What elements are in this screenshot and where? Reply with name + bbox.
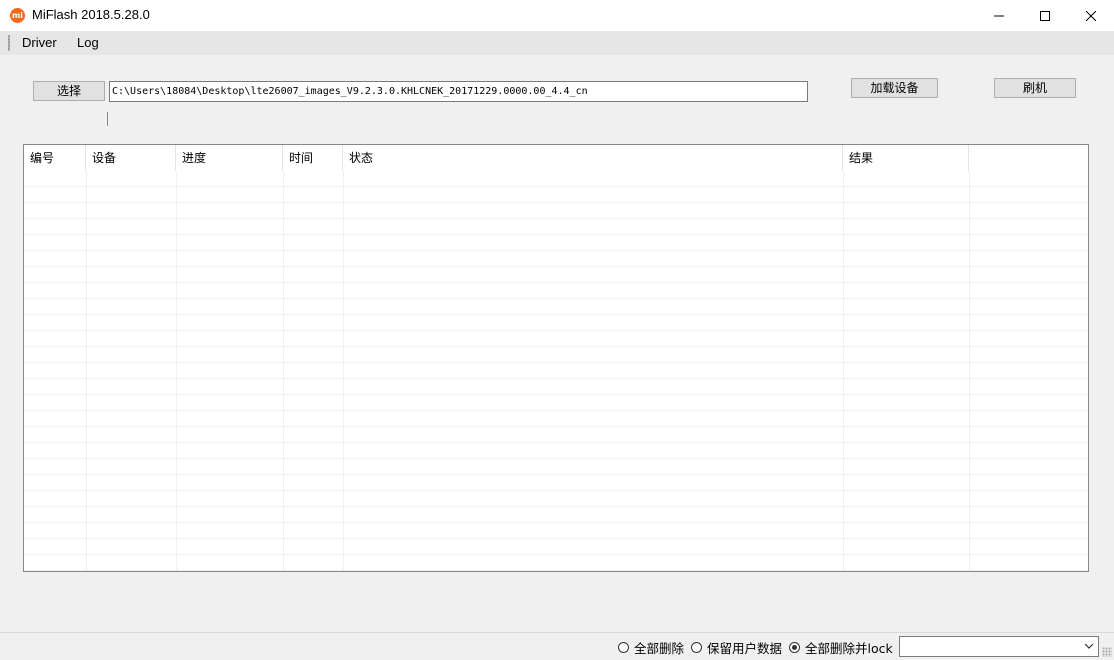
grid-row-line <box>24 506 1088 507</box>
grid-row-line <box>24 218 1088 219</box>
grid-row-line <box>24 554 1088 555</box>
option-erase-and-lock-label: 全部删除并lock <box>805 641 893 656</box>
menu-driver[interactable]: Driver <box>20 35 59 50</box>
column-header-progress[interactable]: 进度 <box>176 145 283 171</box>
flash-button[interactable]: 刷机 <box>994 78 1076 98</box>
radio-erase-and-lock[interactable] <box>789 642 800 653</box>
column-header-extra[interactable] <box>969 145 1088 171</box>
menu-bar: Driver Log <box>0 31 1114 55</box>
grid-row-line <box>24 266 1088 267</box>
grid-row-line <box>24 250 1088 251</box>
grid-column-line <box>969 171 970 571</box>
grid-column-line <box>343 171 344 571</box>
grid-row-line <box>24 378 1088 379</box>
column-header-id[interactable]: 编号 <box>24 145 86 171</box>
option-keep-user-data[interactable]: 保留用户数据 <box>691 638 782 657</box>
grid-row-line <box>24 186 1088 187</box>
rom-path-field[interactable]: C:\Users\18084\Desktop\lte26007_images_V… <box>109 81 808 102</box>
grid-row-line <box>24 314 1088 315</box>
option-dropdown[interactable] <box>899 636 1099 657</box>
grid-row-line <box>24 282 1088 283</box>
menu-grip-icon[interactable] <box>8 35 10 51</box>
maximize-icon <box>1040 10 1050 21</box>
grid-column-line <box>176 171 177 571</box>
column-header-device[interactable]: 设备 <box>86 145 176 171</box>
grid-row-line <box>24 538 1088 539</box>
option-erase-all-label: 全部删除 <box>634 641 685 656</box>
option-erase-and-lock[interactable]: 全部删除并lock <box>789 638 893 657</box>
grid-row-line <box>24 394 1088 395</box>
title-bar: mi MiFlash 2018.5.28.0 <box>0 0 1114 31</box>
grid-row-line <box>24 362 1088 363</box>
minimize-icon <box>994 15 1004 16</box>
column-header-result[interactable]: 结果 <box>843 145 969 171</box>
maximize-button[interactable] <box>1022 0 1068 31</box>
grid-row-line <box>24 346 1088 347</box>
close-button[interactable] <box>1068 0 1114 31</box>
resize-grip-icon[interactable] <box>1102 647 1112 657</box>
grid-row-line <box>24 442 1088 443</box>
miflash-logo-icon: mi <box>10 8 25 23</box>
load-device-button[interactable]: 加载设备 <box>851 78 938 98</box>
grid-row-line <box>24 570 1088 571</box>
radio-keep-user-data[interactable] <box>691 642 702 653</box>
device-list[interactable]: 编号 设备 进度 时间 状态 结果 <box>23 144 1089 572</box>
grid-column-line <box>86 171 87 571</box>
column-header-time[interactable]: 时间 <box>283 145 343 171</box>
device-list-header: 编号 设备 进度 时间 状态 结果 <box>24 145 1088 171</box>
grid-row-line <box>24 410 1088 411</box>
close-icon <box>1086 10 1096 21</box>
minimize-button[interactable] <box>976 0 1022 31</box>
grid-row-line <box>24 202 1088 203</box>
grid-column-line <box>843 171 844 571</box>
grid-row-line <box>24 458 1088 459</box>
option-keep-user-data-label: 保留用户数据 <box>707 641 783 656</box>
select-folder-button[interactable]: 选择 <box>33 81 105 101</box>
grid-row-line <box>24 474 1088 475</box>
option-erase-all[interactable]: 全部删除 <box>618 638 684 657</box>
grid-row-line <box>24 426 1088 427</box>
grid-row-line <box>24 522 1088 523</box>
window-title: MiFlash 2018.5.28.0 <box>32 7 150 22</box>
chevron-down-icon <box>1084 643 1094 649</box>
radio-erase-all[interactable] <box>618 642 629 653</box>
grid-row-line <box>24 234 1088 235</box>
grid-row-line <box>24 490 1088 491</box>
column-header-status[interactable]: 状态 <box>343 145 843 171</box>
grid-row-line <box>24 298 1088 299</box>
menu-log[interactable]: Log <box>75 35 101 50</box>
grid-column-line <box>283 171 284 571</box>
progress-marker <box>107 112 108 126</box>
grid-row-line <box>24 330 1088 331</box>
